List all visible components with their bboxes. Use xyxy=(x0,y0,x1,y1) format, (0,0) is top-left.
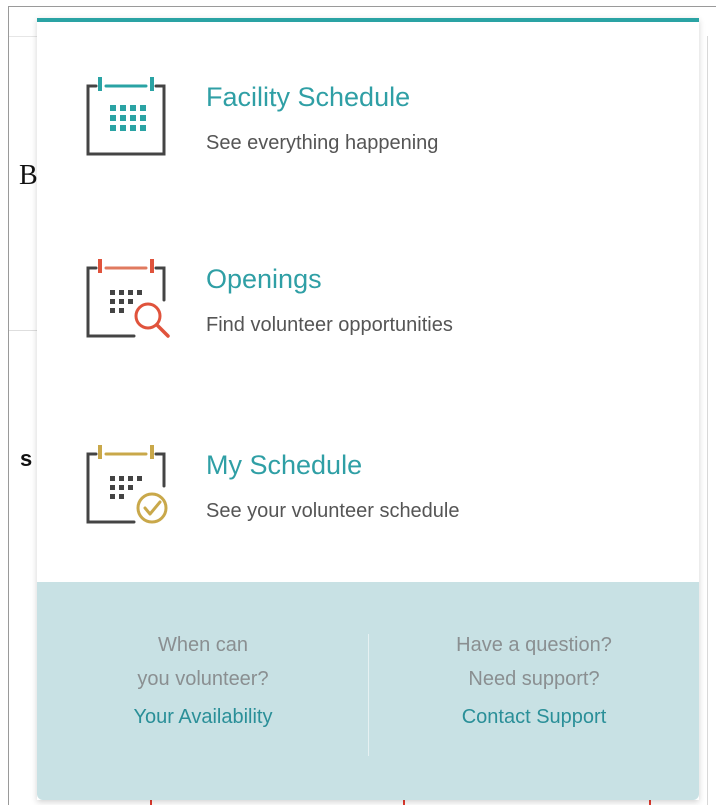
menu-item-subtitle: See your volunteer schedule xyxy=(206,500,460,522)
menu-item-title: Openings xyxy=(206,264,322,294)
menu-item-subtitle: See everything happening xyxy=(206,132,439,154)
menu-item-subtitle: Find volunteer opportunities xyxy=(206,314,453,336)
background-text-fragment: B xyxy=(19,160,38,191)
menu-item-openings[interactable]: Openings Find volunteer opportunities xyxy=(37,238,699,358)
availability-section: When can you volunteer? Your Availabilit… xyxy=(53,628,353,734)
background-text-fragment: s xyxy=(20,446,33,471)
background-divider xyxy=(9,330,37,331)
calendar-grid-icon xyxy=(86,77,166,156)
menu-footer: When can you volunteer? Your Availabilit… xyxy=(37,582,699,800)
background-divider xyxy=(707,36,708,336)
background-divider xyxy=(707,336,708,805)
availability-question-line1: When can xyxy=(157,634,249,656)
availability-question-line2: you volunteer? xyxy=(137,668,269,690)
support-question-line1: Have a question? xyxy=(456,634,612,656)
calendar-check-icon xyxy=(86,445,168,524)
schedule-dropdown-menu: Facility Schedule See everything happeni… xyxy=(37,18,699,800)
background-divider xyxy=(9,36,37,37)
menu-item-title: My Schedule xyxy=(206,450,363,480)
footer-divider xyxy=(368,634,369,756)
support-question-line2: Need support? xyxy=(468,668,600,690)
support-section: Have a question? Need support? Contact S… xyxy=(384,628,684,734)
menu-item-my-schedule[interactable]: My Schedule See your volunteer schedule xyxy=(37,424,699,544)
calendar-search-icon xyxy=(86,259,170,338)
menu-item-facility-schedule[interactable]: Facility Schedule See everything happeni… xyxy=(37,56,699,176)
menu-item-title: Facility Schedule xyxy=(206,82,411,112)
contact-support-link[interactable]: Contact Support xyxy=(384,700,684,734)
your-availability-link[interactable]: Your Availability xyxy=(53,700,353,734)
